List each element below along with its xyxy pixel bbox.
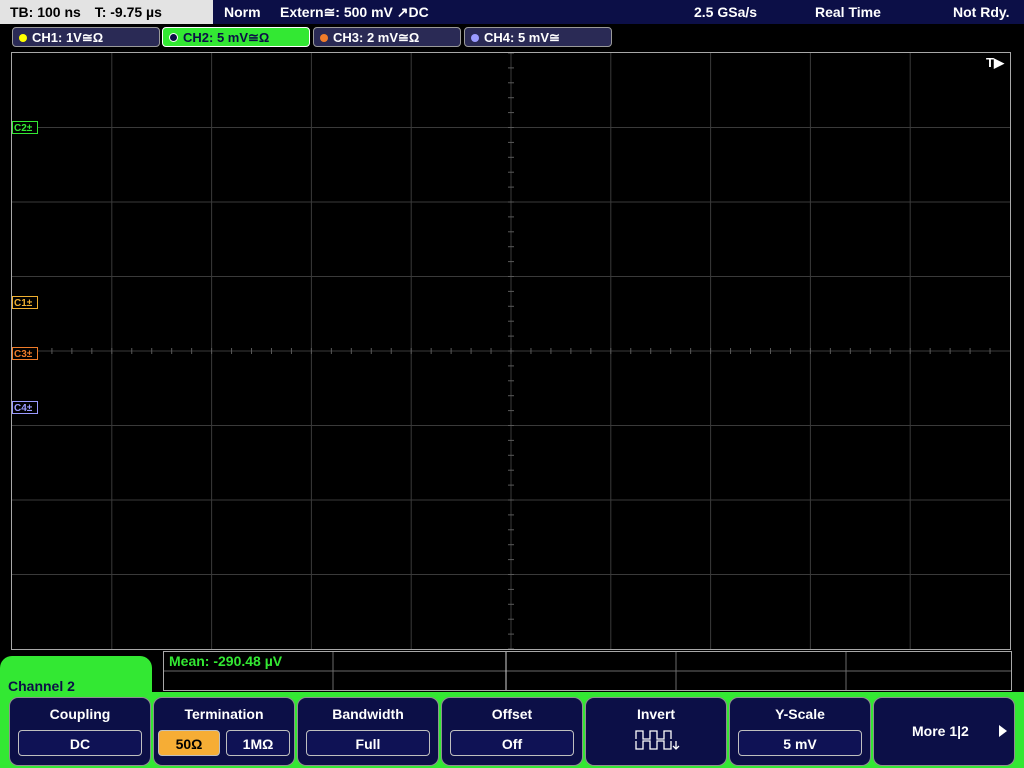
offset-value[interactable]: Off — [450, 730, 574, 756]
termination-50ohm[interactable]: 50Ω — [158, 730, 220, 756]
ch1-dot-icon — [19, 33, 27, 42]
tab-ch3[interactable]: CH3: 2 mV≅Ω — [313, 27, 461, 47]
ch1-label: CH1: 1V≅Ω — [32, 30, 104, 45]
ch3-dot-icon — [320, 33, 328, 42]
tab-ch4[interactable]: CH4: 5 mV≅ — [464, 27, 612, 47]
ch2-offset-marker[interactable]: C2± — [12, 121, 38, 134]
offset-title: Offset — [491, 706, 533, 722]
graticule — [12, 53, 1010, 649]
measurement-grid — [164, 652, 1011, 690]
sample-rate: 2.5 GSa/s — [694, 4, 758, 20]
timebase-value: TB: 100 ns — [10, 4, 81, 20]
softkey-offset[interactable]: Offset Off — [441, 697, 583, 766]
ch3-label: CH3: 2 mV≅Ω — [333, 30, 420, 45]
ch2-label: CH2: 5 mV≅Ω — [183, 30, 270, 45]
mean-measurement: Mean: -290.48 µV — [169, 653, 283, 669]
more-label: More 1|2 — [912, 723, 969, 739]
ch4-label: CH4: 5 mV≅ — [484, 30, 560, 45]
yscale-value[interactable]: 5 mV — [738, 730, 862, 756]
tab-ch2[interactable]: CH2: 5 mV≅Ω — [162, 27, 310, 47]
invert-waveform-icon — [635, 730, 680, 750]
top-status-bar: TB: 100 ns T: -9.75 µs Norm Extern≅: 500… — [0, 0, 1024, 24]
ch1-offset-marker[interactable]: C1± — [12, 296, 38, 309]
status-text: Not Rdy. — [953, 4, 1010, 20]
softkey-invert[interactable]: Invert — [585, 697, 727, 766]
coupling-title: Coupling — [49, 706, 111, 722]
trigger-position-marker[interactable]: T▶ — [986, 55, 1004, 71]
termination-1mohm[interactable]: 1MΩ — [226, 730, 290, 756]
waveform-display[interactable]: T▶ C2± C1± C3± C4± — [11, 52, 1011, 650]
trigger-source[interactable]: Extern≅: 500 mV ↗DC — [280, 0, 429, 24]
trigger-time-value: T: -9.75 µs — [94, 4, 162, 20]
chevron-right-icon — [999, 725, 1007, 737]
channel-tabs: CH1: 1V≅Ω CH2: 5 mV≅Ω CH3: 2 mV≅Ω CH4: 5… — [0, 25, 1024, 49]
bandwidth-title: Bandwidth — [332, 706, 404, 722]
bandwidth-value[interactable]: Full — [306, 730, 430, 756]
ch4-offset-marker[interactable]: C4± — [12, 401, 38, 414]
measurement-panel: Mean: -290.48 µV — [163, 651, 1012, 691]
ch2-dot-icon — [169, 33, 178, 43]
coupling-value[interactable]: DC — [18, 730, 142, 756]
acquisition-mode[interactable]: Real Time — [815, 0, 881, 24]
tab-ch1[interactable]: CH1: 1V≅Ω — [12, 27, 160, 47]
termination-title: Termination — [184, 706, 264, 722]
ch4-dot-icon — [471, 33, 479, 42]
ch3-offset-marker[interactable]: C3± — [12, 347, 38, 360]
trigger-mode[interactable]: Norm — [224, 0, 261, 24]
softkey-yscale[interactable]: Y-Scale 5 mV — [729, 697, 871, 766]
softkey-coupling[interactable]: Coupling DC — [9, 697, 151, 766]
invert-title: Invert — [636, 706, 676, 722]
softkey-bandwidth[interactable]: Bandwidth Full — [297, 697, 439, 766]
yscale-title: Y-Scale — [775, 706, 825, 722]
softkey-termination[interactable]: Termination 50Ω 1MΩ — [153, 697, 295, 766]
softkey-more[interactable]: More 1|2 — [873, 697, 1015, 766]
timebase-box[interactable]: TB: 100 ns T: -9.75 µs — [0, 0, 213, 24]
